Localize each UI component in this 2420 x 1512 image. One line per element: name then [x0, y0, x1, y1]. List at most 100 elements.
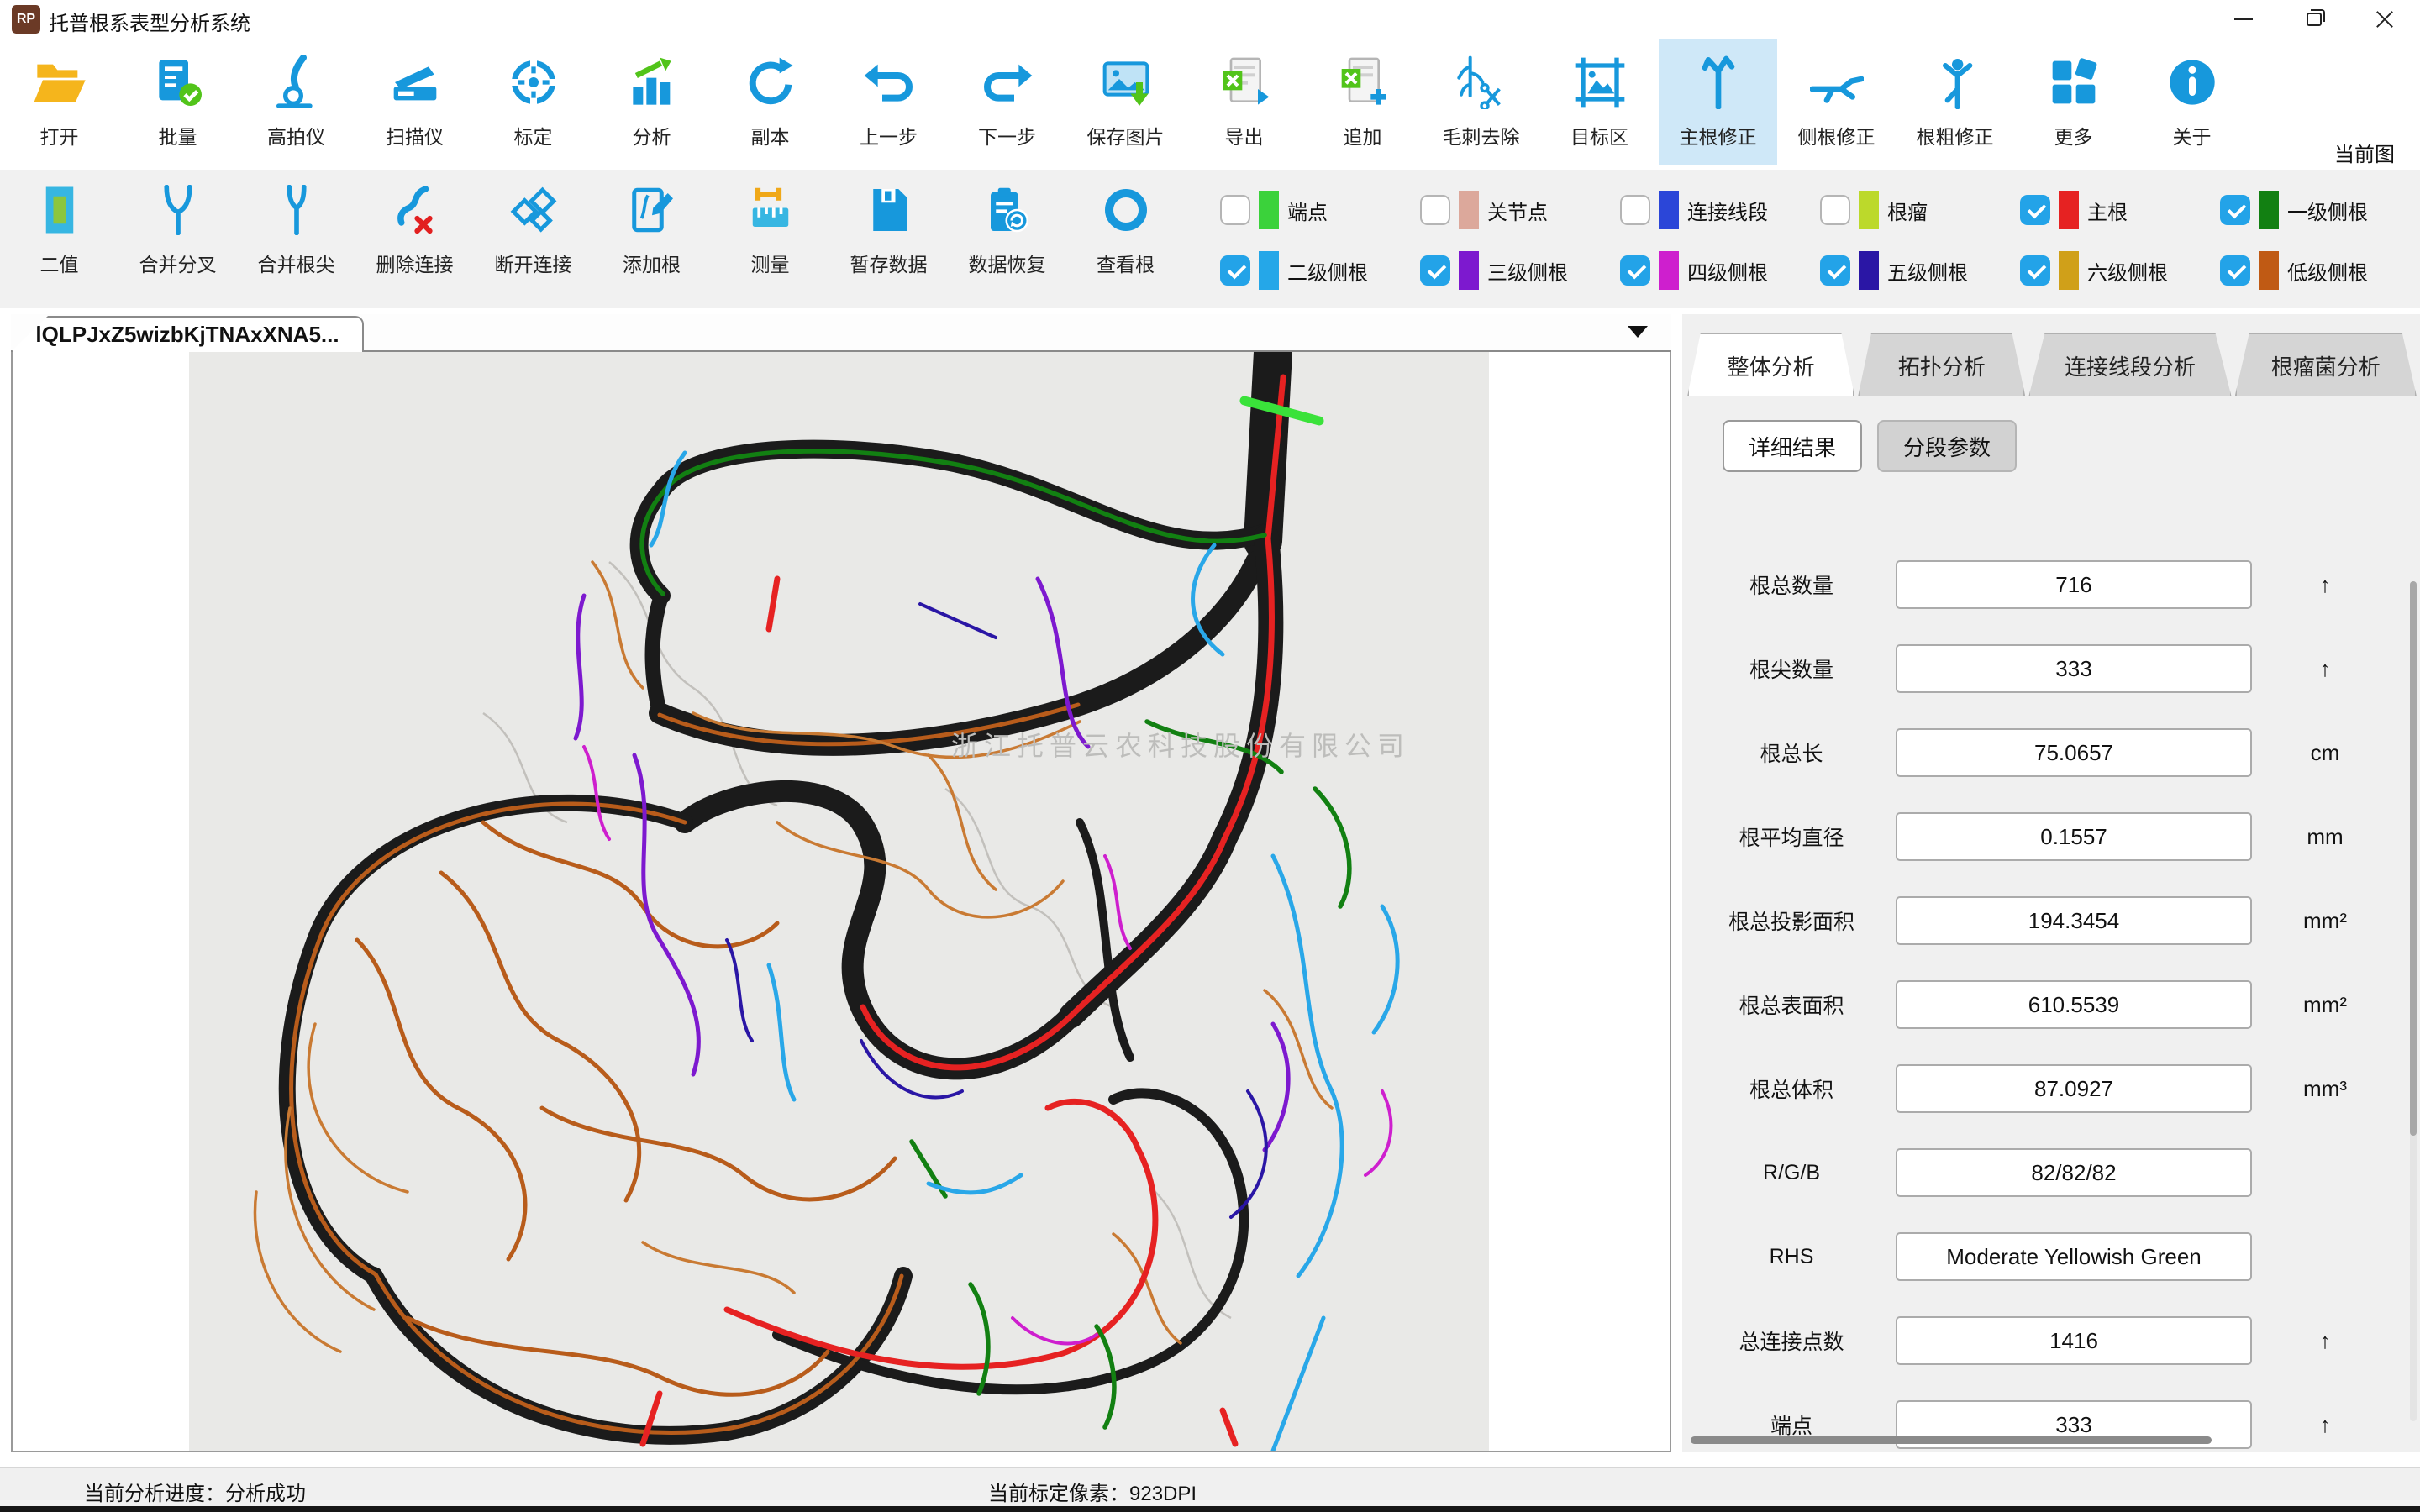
binary-button[interactable]: 二值 [0, 170, 118, 304]
panel-horizontal-scrollbar[interactable] [1691, 1436, 2212, 1444]
main-root-edit-button[interactable]: 主根修正 [1659, 39, 1777, 165]
delete-connection-button[interactable]: 删除连接 [355, 170, 474, 304]
calibrate-button[interactable]: 标定 [474, 39, 592, 165]
open-button[interactable]: 打开 [0, 39, 118, 165]
root-scan-image[interactable]: 浙江托普云农科技股份有限公司 [189, 352, 1489, 1451]
checkbox-icon[interactable] [2020, 195, 2050, 225]
field-value-input[interactable]: 194.3454 [1896, 896, 2252, 945]
tab-topology-analysis[interactable]: 拓扑分析 [1858, 333, 2025, 396]
tab-nodule-analysis[interactable]: 根瘤菌分析 [2235, 333, 2417, 396]
panel-vertical-scrollbar[interactable] [2410, 581, 2417, 1421]
save-image-button[interactable]: 保存图片 [1066, 39, 1185, 165]
legend-item-lateral-6[interactable]: 六级侧根 [2020, 240, 2220, 301]
field-row: 根总投影面积 194.3454 mm² [1682, 896, 2420, 945]
batch-button[interactable]: 批量 [118, 39, 237, 165]
checkbox-icon[interactable] [1220, 195, 1250, 225]
view-root-icon [1101, 185, 1151, 235]
restore-button[interactable] [2279, 0, 2349, 39]
deburr-button[interactable]: 毛刺去除 [1422, 39, 1540, 165]
stash-data-icon [864, 185, 914, 235]
undo-button[interactable]: 上一步 [829, 39, 948, 165]
scanner-button[interactable]: 扫描仪 [355, 39, 474, 165]
field-label: 根总长 [1699, 728, 1884, 777]
view-root-button[interactable]: 查看根 [1066, 170, 1185, 304]
field-row: RHS Moderate Yellowish Green [1682, 1232, 2420, 1281]
checkbox-icon[interactable] [2220, 195, 2250, 225]
restore-data-button[interactable]: 数据恢复 [948, 170, 1066, 304]
root-image-canvas[interactable]: 浙江托普云农科技股份有限公司 [11, 352, 1671, 1452]
analysis-progress-status: 当前分析进度：分析成功 [84, 1477, 306, 1506]
break-connection-button[interactable]: 断开连接 [474, 170, 592, 304]
legend-item-lateral-1[interactable]: 一级侧根 [2220, 180, 2420, 240]
checkbox-icon[interactable] [1820, 255, 1850, 286]
tab-list-dropdown-icon[interactable] [1628, 326, 1648, 338]
legend-item-lateral-5[interactable]: 五级侧根 [1820, 240, 2020, 301]
segment-params-button[interactable]: 分段参数 [1877, 420, 2017, 472]
legend-item-main-root[interactable]: 主根 [2020, 180, 2220, 240]
close-button[interactable] [2349, 0, 2420, 39]
detail-result-button[interactable]: 详细结果 [1723, 420, 1862, 472]
field-value-input[interactable]: Moderate Yellowish Green [1896, 1232, 2252, 1281]
field-label: 根平均直径 [1699, 812, 1884, 861]
legend-item-nodule[interactable]: 根瘤 [1820, 180, 2020, 240]
field-label: 根总数量 [1699, 560, 1884, 609]
field-value-input[interactable]: 610.5539 [1896, 980, 2252, 1029]
field-unit [2262, 1232, 2388, 1281]
checkbox-icon[interactable] [1820, 195, 1850, 225]
color-swatch [1459, 191, 1479, 229]
legend-item-endpoint[interactable]: 端点 [1220, 180, 1420, 240]
target-area-button[interactable]: 目标区 [1540, 39, 1659, 165]
add-root-icon [627, 185, 677, 235]
checkbox-icon[interactable] [2020, 255, 2050, 286]
color-swatch [2259, 251, 2279, 290]
color-swatch [1659, 251, 1679, 290]
about-button[interactable]: 关于 [2133, 39, 2251, 165]
checkbox-icon[interactable] [1420, 255, 1450, 286]
checkbox-icon[interactable] [1220, 255, 1250, 286]
doc-camera-icon [270, 55, 324, 109]
redo-button[interactable]: 下一步 [948, 39, 1066, 165]
status-bar: 当前分析进度：分析成功 当前标定像素：923DPI [0, 1467, 2420, 1506]
field-row: R/G/B 82/82/82 [1682, 1148, 2420, 1197]
field-value-input[interactable]: 0.1557 [1896, 812, 2252, 861]
field-value-input[interactable]: 716 [1896, 560, 2252, 609]
legend-item-joint[interactable]: 关节点 [1420, 180, 1620, 240]
field-value-input[interactable]: 82/82/82 [1896, 1148, 2252, 1197]
field-value-input[interactable]: 75.0657 [1896, 728, 2252, 777]
undo-icon [862, 55, 916, 109]
legend-item-lateral-3[interactable]: 三级侧根 [1420, 240, 1620, 301]
export-button[interactable]: 导出 [1185, 39, 1303, 165]
minimize-button[interactable] [2208, 0, 2279, 39]
legend-item-segment[interactable]: 连接线段 [1620, 180, 1820, 240]
analyze-button[interactable]: 分析 [592, 39, 711, 165]
checkbox-icon[interactable] [1620, 255, 1650, 286]
checkbox-icon[interactable] [1620, 195, 1650, 225]
doc-camera-button[interactable]: 高拍仪 [237, 39, 355, 165]
tab-segment-analysis[interactable]: 连接线段分析 [2028, 333, 2231, 396]
document-tab[interactable]: lQLPJxZ5wizbKjTNAxXNA5... [11, 316, 364, 352]
legend-item-lateral-low[interactable]: 低级侧根 [2220, 240, 2420, 301]
field-value-input[interactable]: 333 [1896, 644, 2252, 693]
scrollbar-thumb[interactable] [2410, 581, 2417, 1136]
legend-item-lateral-4[interactable]: 四级侧根 [1620, 240, 1820, 301]
field-row: 根总表面积 610.5539 mm² [1682, 980, 2420, 1029]
measure-button[interactable]: 测量 [711, 170, 829, 304]
append-button[interactable]: 追加 [1303, 39, 1422, 165]
lateral-root-edit-button[interactable]: 侧根修正 [1777, 39, 1896, 165]
field-value-input[interactable]: 87.0927 [1896, 1064, 2252, 1113]
field-value-input[interactable]: 1416 [1896, 1316, 2252, 1365]
duplicate-button[interactable]: 副本 [711, 39, 829, 165]
checkbox-icon[interactable] [1420, 195, 1450, 225]
field-unit: mm [2262, 812, 2388, 861]
merge-fork-button[interactable]: 合并分叉 [118, 170, 237, 304]
stash-data-button[interactable]: 暂存数据 [829, 170, 948, 304]
tab-overall-analysis[interactable]: 整体分析 [1687, 333, 1854, 396]
merge-tips-button[interactable]: 合并根尖 [237, 170, 355, 304]
root-width-edit-button[interactable]: 根粗修正 [1896, 39, 2014, 165]
checkbox-icon[interactable] [2220, 255, 2250, 286]
add-root-button[interactable]: 添加根 [592, 170, 711, 304]
legend-item-lateral-2[interactable]: 二级侧根 [1220, 240, 1420, 301]
watermark-text: 浙江托普云农科技股份有限公司 [951, 731, 1410, 761]
field-unit: mm² [2262, 896, 2388, 945]
more-button[interactable]: 更多 [2014, 39, 2133, 165]
